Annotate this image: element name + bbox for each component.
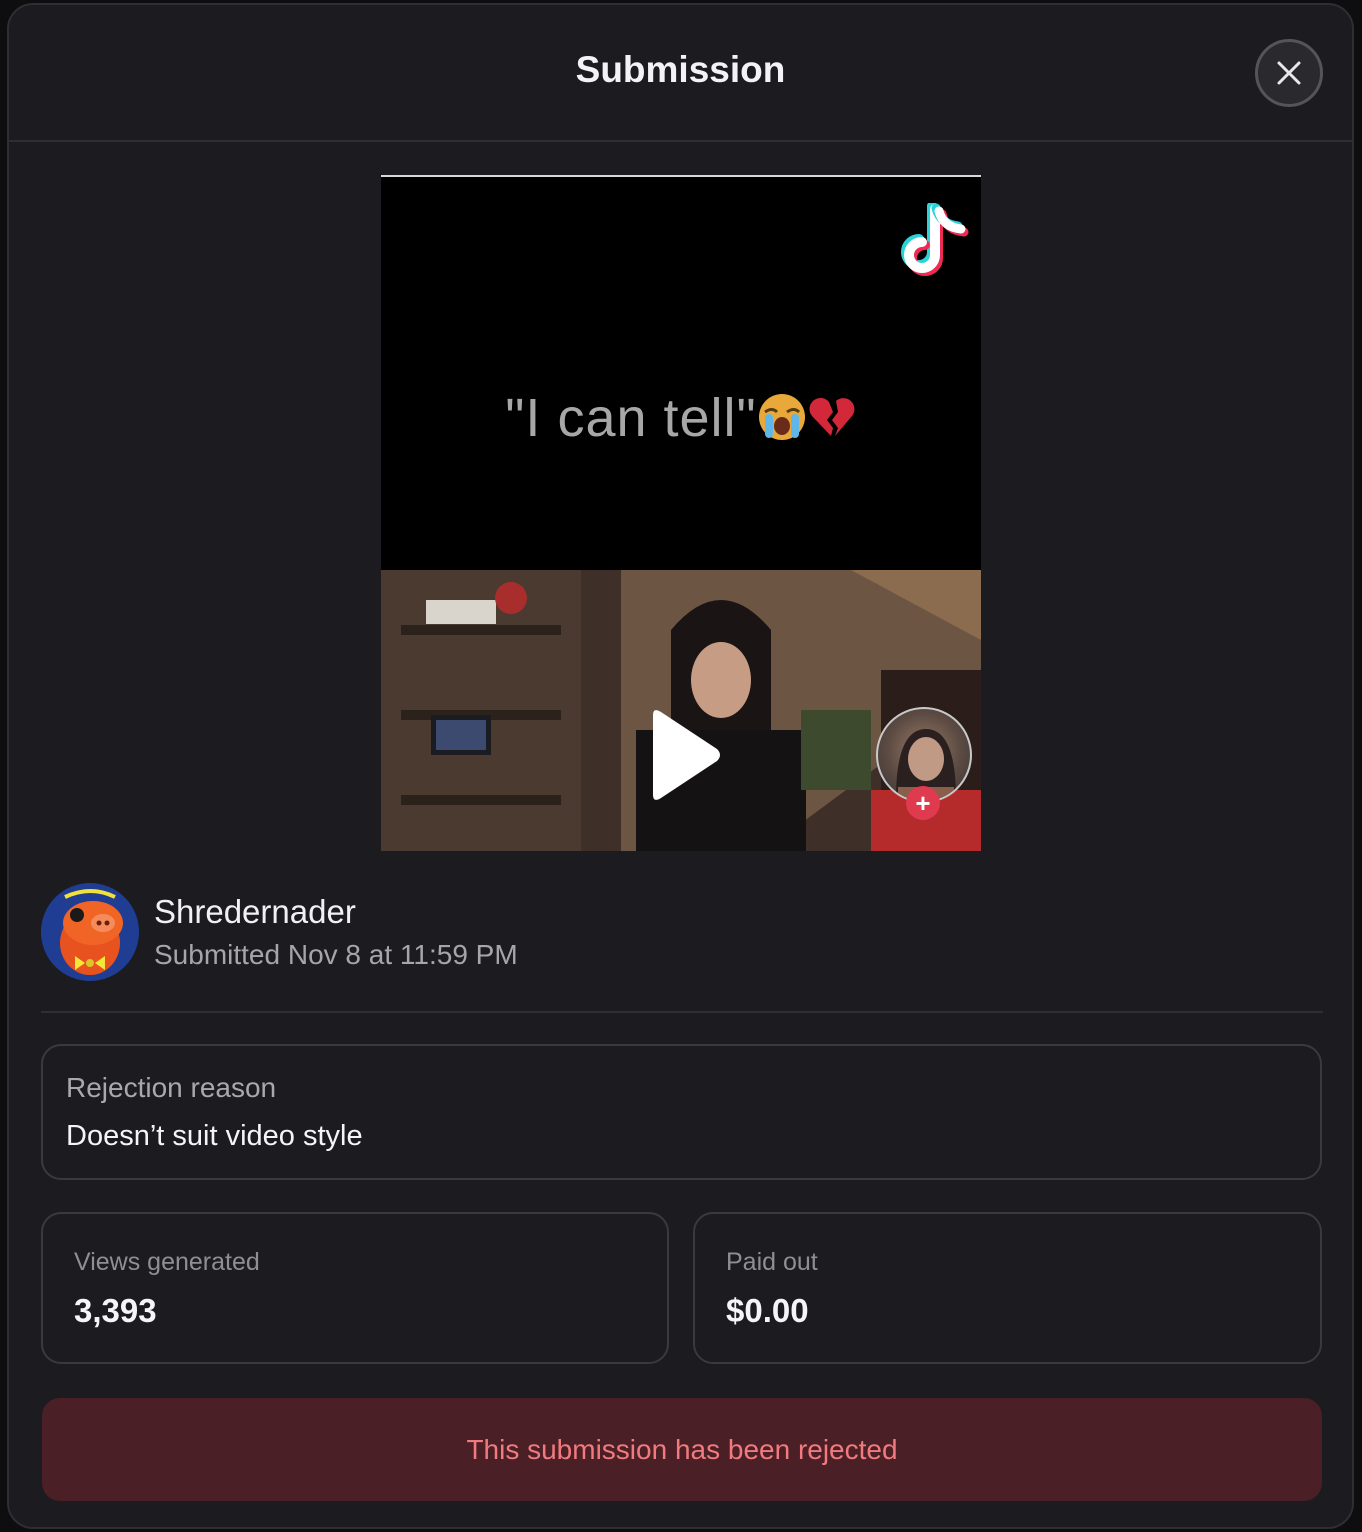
views-generated-card: Views generated 3,393 [41,1212,669,1364]
rejection-reason-card: Rejection reason Doesn’t suit video styl… [41,1044,1322,1180]
paid-out-value: $0.00 [726,1292,809,1329]
submitted-timestamp: Submitted Nov 8 at 11:59 PM [154,939,518,970]
submission-modal: Submission "I can tell" + Shredernader S… [7,3,1354,1529]
tiktok-icon [901,203,969,276]
modal-title: Submission [575,49,786,90]
paid-out-label: Paid out [726,1248,818,1276]
video-caption-text: "I can tell" [505,388,757,448]
modal-header: Submission [9,5,1352,142]
submitter-name: Shredernader [154,893,356,930]
rejection-reason-label: Rejection reason [66,1072,277,1103]
user-avatar [41,883,139,981]
play-icon[interactable] [645,707,725,803]
section-divider [41,1011,1323,1013]
video-caption: "I can tell" [381,387,981,449]
pig-mascot-icon [41,883,139,981]
submitter-row: Shredernader Submitted Nov 8 at 11:59 PM [41,883,1321,983]
rejected-status-banner: This submission has been rejected [42,1398,1322,1501]
close-icon [1277,61,1301,85]
video-player[interactable]: "I can tell" + [381,175,981,851]
follow-plus-icon[interactable]: + [906,786,940,820]
views-generated-label: Views generated [74,1248,260,1276]
rejection-reason-value: Doesn’t suit video style [66,1120,363,1152]
rejected-status-text: This submission has been rejected [466,1433,898,1465]
views-generated-value: 3,393 [74,1292,157,1329]
loudly-crying-face-icon [758,394,805,440]
broken-heart-icon [809,397,855,436]
close-button[interactable] [1255,39,1323,107]
paid-out-card: Paid out $0.00 [693,1212,1322,1364]
